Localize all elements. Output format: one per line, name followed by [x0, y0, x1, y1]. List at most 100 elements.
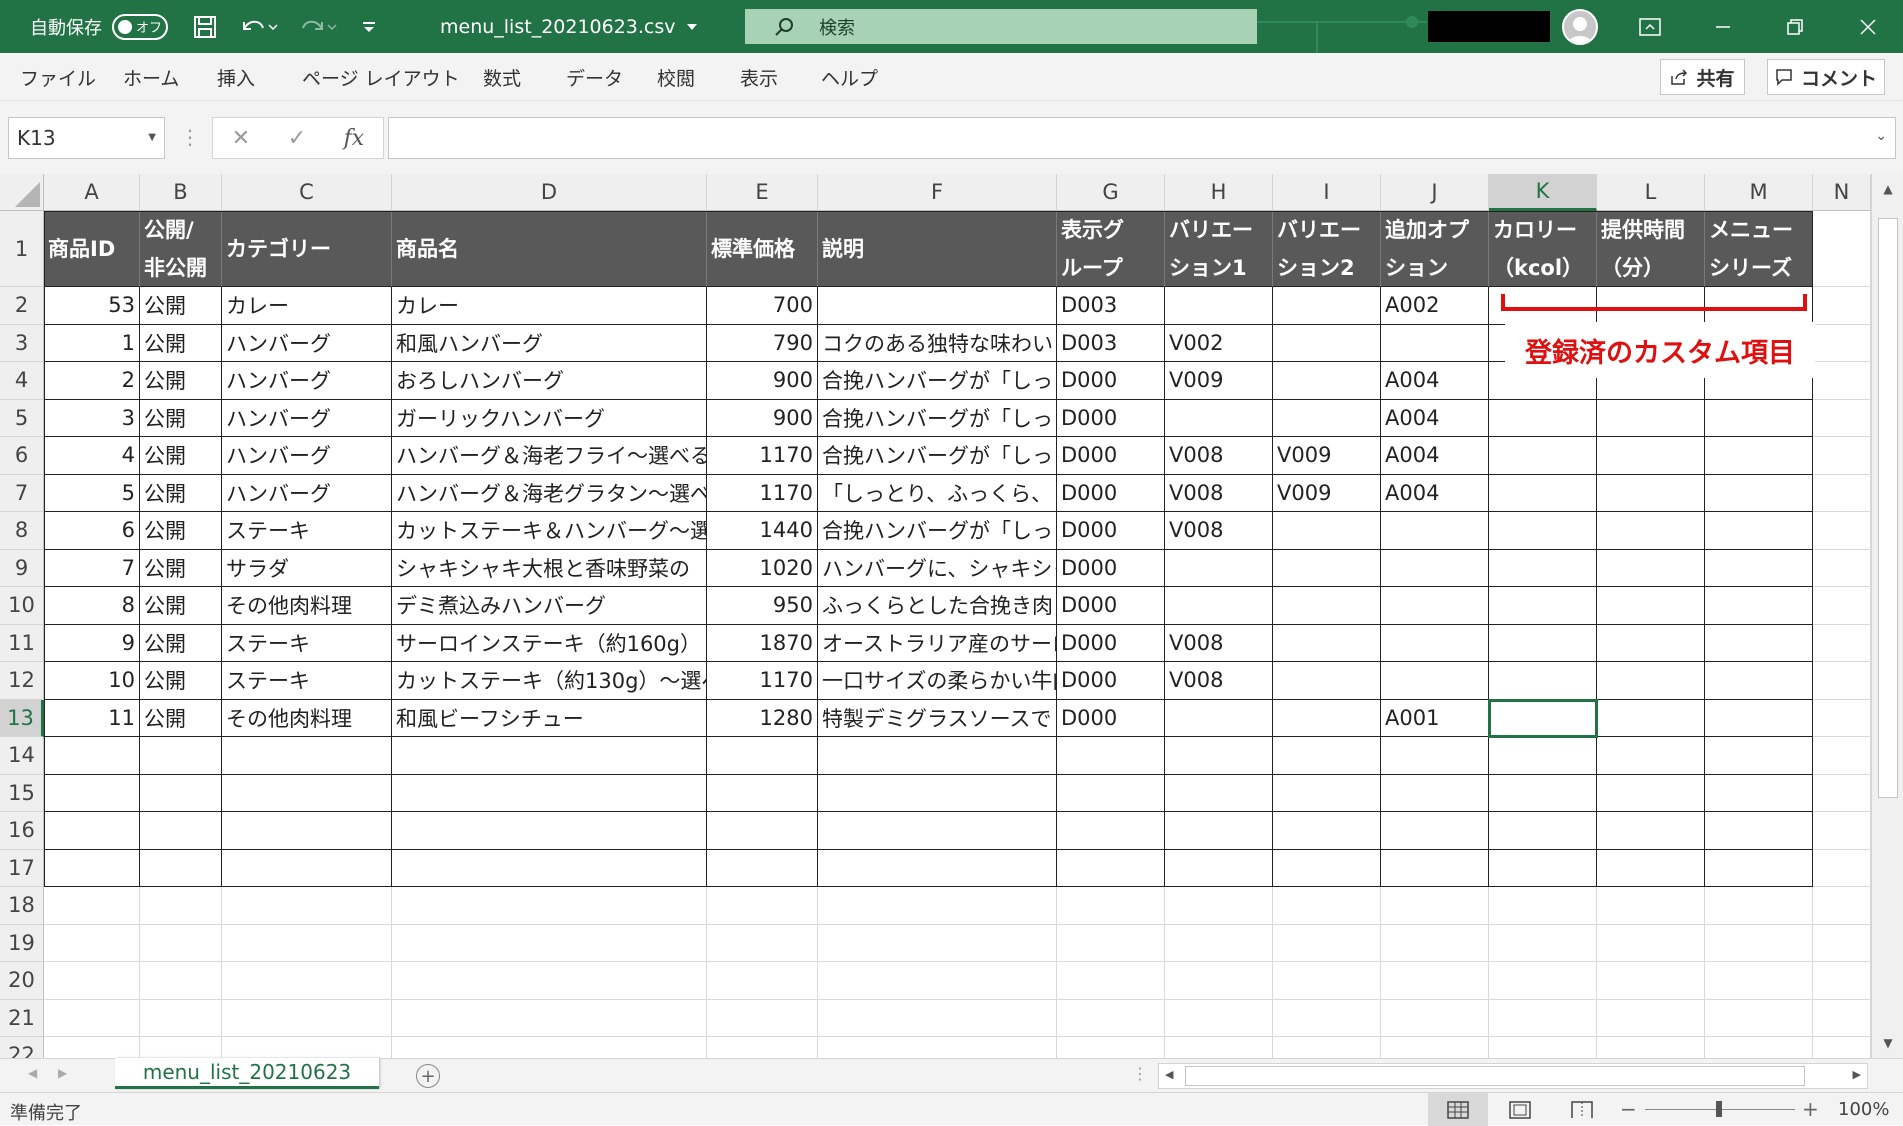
cell-k8[interactable]: [1489, 512, 1597, 550]
cell-m14[interactable]: [1705, 737, 1813, 775]
cell-j2[interactable]: A002: [1381, 287, 1489, 325]
cell-h3[interactable]: V002: [1165, 324, 1273, 362]
cell-l20[interactable]: [1597, 962, 1705, 1000]
cell-i3[interactable]: [1273, 324, 1381, 362]
cell-f11[interactable]: オーストラリア産のサーロイン: [818, 624, 1057, 662]
cell-n4[interactable]: [1813, 362, 1871, 400]
cell-k11[interactable]: [1489, 624, 1597, 662]
formula-input[interactable]: ⌄: [388, 117, 1896, 159]
cell-c7[interactable]: ハンバーグ: [222, 474, 392, 512]
cell-n14[interactable]: [1813, 737, 1871, 775]
tab-file[interactable]: ファイル: [20, 53, 96, 101]
cell-h13[interactable]: [1165, 699, 1273, 737]
cell-a11[interactable]: 9: [44, 624, 140, 662]
undo-icon[interactable]: [233, 0, 283, 53]
cell-d4[interactable]: おろしハンバーグ: [392, 362, 707, 400]
cell-j10[interactable]: [1381, 587, 1489, 625]
cell-f17[interactable]: [818, 849, 1057, 887]
scroll-right-icon[interactable]: ▶: [1853, 1068, 1861, 1081]
cell-c13[interactable]: その他肉料理: [222, 699, 392, 737]
chevron-down-icon[interactable]: ▼: [148, 132, 156, 143]
cell-b13[interactable]: 公開: [140, 699, 222, 737]
cell-c12[interactable]: ステーキ: [222, 662, 392, 700]
page-layout-view-icon[interactable]: [1500, 1093, 1540, 1126]
cell-g7[interactable]: D000: [1057, 474, 1165, 512]
column-title-cell[interactable]: 標準価格: [707, 211, 818, 287]
cell-h16[interactable]: [1165, 812, 1273, 850]
cell-g16[interactable]: [1057, 812, 1165, 850]
row-header-17[interactable]: 17: [0, 849, 44, 887]
cell-f10[interactable]: ふっくらとした合挽き肉: [818, 587, 1057, 625]
cell-f19[interactable]: [818, 924, 1057, 962]
column-header-l[interactable]: L: [1597, 174, 1705, 211]
cell-i4[interactable]: [1273, 362, 1381, 400]
cell-f12[interactable]: 一口サイズの柔らかい牛肉: [818, 662, 1057, 700]
cell-b11[interactable]: 公開: [140, 624, 222, 662]
cell-h19[interactable]: [1165, 924, 1273, 962]
cell-l6[interactable]: [1597, 437, 1705, 475]
cell-f2[interactable]: [818, 287, 1057, 325]
cell-k14[interactable]: [1489, 737, 1597, 775]
cell-a3[interactable]: 1: [44, 324, 140, 362]
cell-f20[interactable]: [818, 962, 1057, 1000]
cell-e19[interactable]: [707, 924, 818, 962]
cell-m9[interactable]: [1705, 549, 1813, 587]
cell-n9[interactable]: [1813, 549, 1871, 587]
cell-e5[interactable]: 900: [707, 399, 818, 437]
cell-i19[interactable]: [1273, 924, 1381, 962]
tab-page-layout[interactable]: ページ レイアウト: [302, 53, 460, 101]
cell-e15[interactable]: [707, 774, 818, 812]
row-header-21[interactable]: 21: [0, 999, 44, 1037]
cell-m21[interactable]: [1705, 999, 1813, 1037]
column-title-cell[interactable]: 公開/非公開: [140, 211, 222, 287]
cell-j14[interactable]: [1381, 737, 1489, 775]
column-title-cell[interactable]: 表示グ ループ: [1057, 211, 1165, 287]
cell-h14[interactable]: [1165, 737, 1273, 775]
cell-a10[interactable]: 8: [44, 587, 140, 625]
cell-i21[interactable]: [1273, 999, 1381, 1037]
cell-b8[interactable]: 公開: [140, 512, 222, 550]
cell-c17[interactable]: [222, 849, 392, 887]
cell-n11[interactable]: [1813, 624, 1871, 662]
cell-a21[interactable]: [44, 999, 140, 1037]
cell-f14[interactable]: [818, 737, 1057, 775]
cell-i20[interactable]: [1273, 962, 1381, 1000]
cancel-icon[interactable]: ✕: [232, 126, 250, 151]
vertical-scroll-thumb[interactable]: [1878, 218, 1898, 798]
column-header-f[interactable]: F: [818, 174, 1057, 211]
redo-icon[interactable]: [292, 0, 342, 53]
cell-g21[interactable]: [1057, 999, 1165, 1037]
cell-g19[interactable]: [1057, 924, 1165, 962]
cell-h12[interactable]: V008: [1165, 662, 1273, 700]
cell-i7[interactable]: V009: [1273, 474, 1381, 512]
cell-l10[interactable]: [1597, 587, 1705, 625]
cell-e7[interactable]: 1170: [707, 474, 818, 512]
cell-d3[interactable]: 和風ハンバーグ: [392, 324, 707, 362]
cell-c8[interactable]: ステーキ: [222, 512, 392, 550]
cell-n5[interactable]: [1813, 399, 1871, 437]
cell-e10[interactable]: 950: [707, 587, 818, 625]
customize-toolbar-icon[interactable]: [349, 0, 389, 53]
sheet-tab[interactable]: menu_list_20210623: [115, 1058, 379, 1089]
horizontal-scroll-thumb[interactable]: [1185, 1066, 1805, 1086]
cell-k13[interactable]: [1488, 698, 1598, 738]
cell-d10[interactable]: デミ煮込みハンバーグ: [392, 587, 707, 625]
row-header-6[interactable]: 6: [0, 437, 44, 475]
cell-i6[interactable]: V009: [1273, 437, 1381, 475]
column-header-h[interactable]: H: [1165, 174, 1273, 211]
cell-l14[interactable]: [1597, 737, 1705, 775]
column-header-g[interactable]: G: [1057, 174, 1165, 211]
zoom-slider-thumb[interactable]: [1716, 1101, 1722, 1117]
cell-e3[interactable]: 790: [707, 324, 818, 362]
cell-a9[interactable]: 7: [44, 549, 140, 587]
cell-n2[interactable]: [1813, 287, 1871, 325]
cell-h15[interactable]: [1165, 774, 1273, 812]
cell-k7[interactable]: [1489, 474, 1597, 512]
cell-d2[interactable]: カレー: [392, 287, 707, 325]
cell-k5[interactable]: [1489, 399, 1597, 437]
cell-h9[interactable]: [1165, 549, 1273, 587]
tab-insert[interactable]: 挿入: [217, 53, 255, 101]
cell-i15[interactable]: [1273, 774, 1381, 812]
cell-a7[interactable]: 5: [44, 474, 140, 512]
cell-n3[interactable]: [1813, 324, 1871, 362]
